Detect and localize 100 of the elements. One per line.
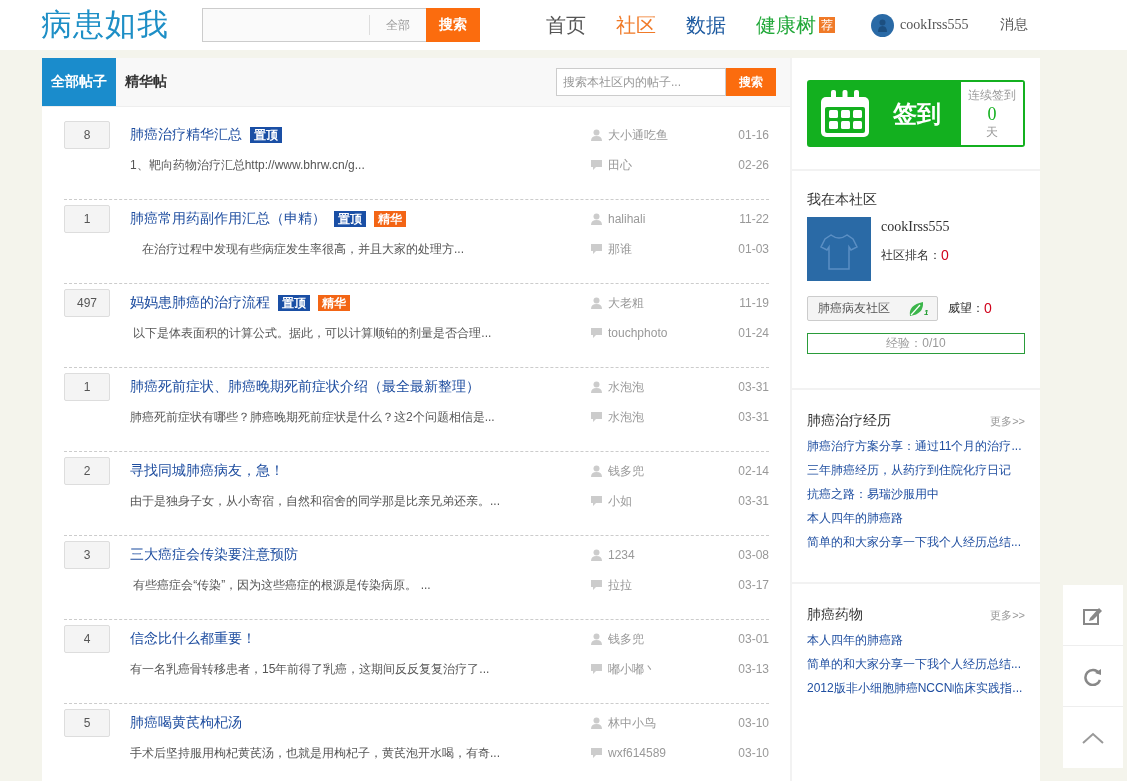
last-replier[interactable]: 拉拉 bbox=[608, 576, 632, 594]
person-icon bbox=[591, 381, 602, 393]
last-replier[interactable]: 那谁 bbox=[608, 240, 632, 258]
nav-link[interactable]: 首页 bbox=[546, 11, 586, 39]
post-date: 03-01 bbox=[737, 631, 769, 648]
search-button[interactable]: 搜索 bbox=[426, 8, 480, 42]
rank-label: 社区排名： bbox=[881, 247, 941, 264]
reply-count: 4 bbox=[64, 625, 110, 653]
tab[interactable]: 全部帖子 bbox=[42, 58, 116, 106]
post-date: 11-19 bbox=[738, 295, 769, 312]
prestige-value: 0 bbox=[984, 300, 992, 317]
section-title: 我在本社区 bbox=[807, 191, 878, 209]
streak-label: 连续签到 bbox=[968, 86, 1016, 104]
last-replier[interactable]: wxf614589 bbox=[608, 746, 667, 760]
author-name[interactable]: 钱多兜 bbox=[608, 462, 644, 480]
article-link[interactable]: 简单的和大家分享一下我个人经历总结... bbox=[807, 652, 1025, 676]
username: cookIrss555 bbox=[881, 219, 950, 235]
post-title[interactable]: 肺癌死前症状、肺癌晚期死前症状介绍（最全最新整理） bbox=[130, 378, 480, 396]
author-name[interactable]: 林中小鸟 bbox=[608, 714, 656, 732]
nav-link[interactable]: 健康树 bbox=[756, 11, 816, 39]
comment-icon bbox=[591, 411, 602, 423]
more-link[interactable]: 更多>> bbox=[990, 413, 1025, 429]
last-replier[interactable]: 嘟小嘟丶 bbox=[608, 660, 656, 678]
recommend-badge: 荐 bbox=[819, 17, 835, 33]
board-search-button[interactable]: 搜索 bbox=[726, 68, 776, 96]
article-link[interactable]: 本人四年的肺癌路 bbox=[807, 506, 1025, 530]
author-name[interactable]: 大老粗 bbox=[608, 294, 644, 312]
person-icon bbox=[591, 129, 602, 141]
reply-count: 2 bbox=[64, 457, 110, 485]
community-button[interactable]: 肺癌病友社区 1 bbox=[807, 296, 938, 321]
leaf-icon: 1 bbox=[908, 300, 929, 317]
messages-link[interactable]: 消息 bbox=[1000, 16, 1029, 34]
reply-date: 02-26 bbox=[737, 157, 769, 174]
post-excerpt: 由于是独身子女，从小寄宿，自然和宿舍的同学那是比亲兄弟还亲。... bbox=[130, 492, 501, 510]
board-search-field[interactable]: 搜索本社区内的帖子... bbox=[556, 68, 726, 96]
post-title[interactable]: 寻找同城肺癌病友，急！ bbox=[130, 462, 284, 480]
last-replier[interactable]: 水泡泡 bbox=[608, 408, 644, 426]
post-tag: 置顶 bbox=[250, 127, 282, 143]
section-title: 肺癌治疗经历 bbox=[807, 412, 891, 430]
post-date: 03-31 bbox=[737, 379, 769, 396]
post-title[interactable]: 信念比什么都重要！ bbox=[130, 630, 256, 648]
reply-date: 03-31 bbox=[737, 409, 769, 426]
post-date: 01-16 bbox=[737, 127, 769, 144]
comment-icon bbox=[591, 663, 602, 675]
comment-icon bbox=[591, 579, 602, 591]
logo[interactable]: 病患如我 bbox=[41, 4, 201, 46]
reply-date: 03-10 bbox=[737, 745, 769, 762]
post-tag: 精华 bbox=[318, 295, 350, 311]
tab[interactable]: 精华帖 bbox=[116, 58, 176, 106]
reply-count: 497 bbox=[64, 289, 110, 317]
post-date: 03-08 bbox=[737, 547, 769, 564]
article-link[interactable]: 肺癌治疗方案分享：通过11个月的治疗... bbox=[807, 434, 1025, 458]
post-tag: 置顶 bbox=[334, 211, 366, 227]
post-excerpt: 1、靶向药物治疗汇总http://www.bhrw.cn/g... bbox=[130, 156, 366, 174]
reply-count: 5 bbox=[64, 709, 110, 737]
reply-count: 3 bbox=[64, 541, 110, 569]
person-icon bbox=[591, 717, 602, 729]
post-date: 11-22 bbox=[738, 211, 769, 228]
reply-date: 01-24 bbox=[737, 325, 769, 342]
more-link[interactable]: 更多>> bbox=[990, 607, 1025, 623]
reply-count: 1 bbox=[64, 205, 110, 233]
author-name[interactable]: 1234 bbox=[608, 548, 635, 562]
post-title[interactable]: 三大癌症会传染要注意预防 bbox=[130, 546, 298, 564]
person-icon bbox=[591, 633, 602, 645]
author-name[interactable]: halihali bbox=[608, 212, 646, 226]
last-replier[interactable]: 田心 bbox=[608, 156, 632, 174]
article-link[interactable]: 本人四年的肺癌路 bbox=[807, 628, 1025, 652]
author-name[interactable]: 水泡泡 bbox=[608, 378, 644, 396]
comment-icon bbox=[591, 327, 602, 339]
last-replier[interactable]: 小如 bbox=[608, 492, 632, 510]
username[interactable]: cookIrss555 bbox=[900, 17, 969, 33]
leaf-drawing bbox=[908, 300, 924, 317]
reply-date: 01-03 bbox=[737, 241, 769, 258]
comment-icon bbox=[591, 159, 602, 171]
rank-value: 0 bbox=[941, 247, 949, 264]
comment-icon bbox=[591, 243, 602, 255]
post-title[interactable]: 肺癌治疗精华汇总 bbox=[130, 126, 242, 144]
nav-link[interactable]: 社区 bbox=[616, 11, 656, 39]
article-link[interactable]: 简单的和大家分享一下我个人经历总结... bbox=[807, 530, 1025, 554]
search-field[interactable]: 全部 bbox=[202, 8, 426, 42]
post-excerpt: 手术后坚持服用枸杞黄芪汤，也就是用枸杞子，黄芪泡开水喝，有奇... bbox=[130, 744, 501, 762]
post-excerpt: 有一名乳癌骨转移患者，15年前得了乳癌，这期间反反复复治疗了... bbox=[130, 660, 491, 678]
author-name[interactable]: 钱多兜 bbox=[608, 630, 644, 648]
section-title: 肺癌药物 bbox=[807, 606, 863, 624]
reply-date: 03-17 bbox=[737, 577, 769, 594]
reply-count: 1 bbox=[64, 373, 110, 401]
post-title[interactable]: 肺癌常用药副作用汇总（申精） bbox=[130, 210, 326, 228]
article-link[interactable]: 2012版非小细胞肺癌NCCN临床实践指... bbox=[807, 676, 1025, 700]
post-title[interactable]: 妈妈患肺癌的治疗流程 bbox=[130, 294, 270, 312]
reply-date: 03-13 bbox=[737, 661, 769, 678]
article-link[interactable]: 抗癌之路：易瑞沙服用中 bbox=[807, 482, 1025, 506]
post-tag: 精华 bbox=[374, 211, 406, 227]
avatar-icon[interactable] bbox=[871, 13, 894, 37]
edit-icon bbox=[1082, 605, 1104, 625]
person-icon bbox=[591, 549, 602, 561]
author-name[interactable]: 大小通吃鱼 bbox=[608, 126, 668, 144]
nav-link[interactable]: 数据 bbox=[686, 11, 726, 39]
post-title[interactable]: 肺癌喝黄芪枸杞汤 bbox=[130, 714, 242, 732]
article-link[interactable]: 三年肺癌经历，从药疗到住院化疗日记 bbox=[807, 458, 1025, 482]
last-replier[interactable]: touchphoto bbox=[608, 326, 668, 340]
